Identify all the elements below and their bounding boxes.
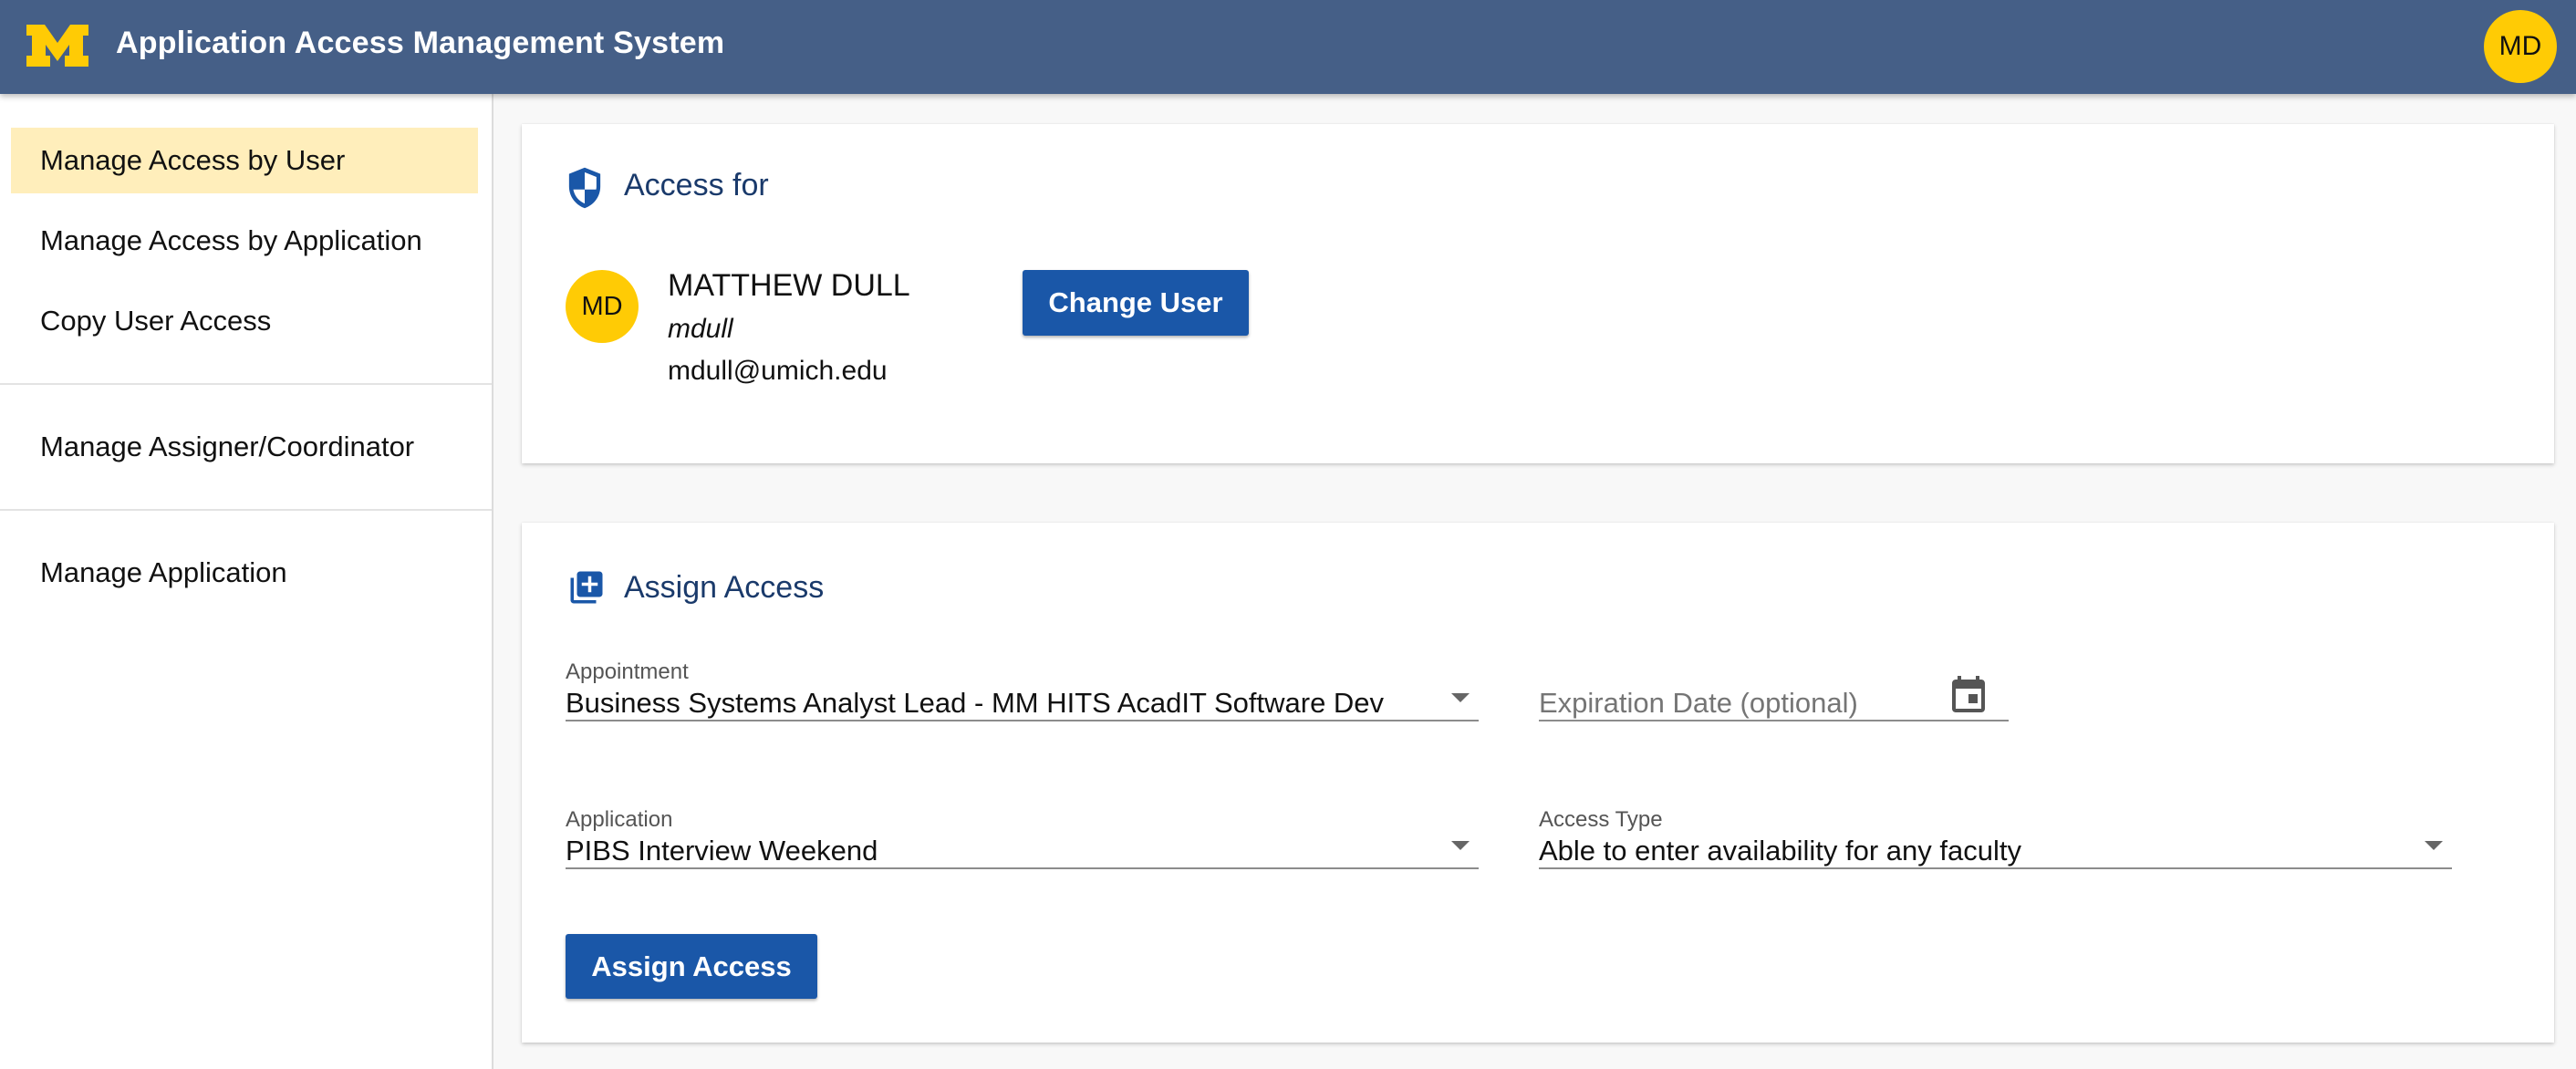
sidebar-divider — [0, 509, 492, 511]
appointment-underline — [566, 720, 1479, 721]
app-header: Application Access Management System MD — [0, 0, 2576, 94]
sidebar-item-manage-access-by-user[interactable]: Manage Access by User — [11, 128, 478, 193]
assign-access-card: Assign Access Appointment Business Syste… — [522, 523, 2554, 1043]
change-user-button[interactable]: Change User — [1023, 270, 1249, 336]
assign-access-button[interactable]: Assign Access — [566, 934, 817, 999]
library-add-icon — [570, 571, 603, 604]
app-title: Application Access Management System — [116, 26, 725, 60]
application-underline — [566, 867, 1479, 869]
appointment-value: Business Systems Analyst Lead - MM HITS … — [566, 687, 1385, 719]
block-m-logo-icon[interactable] — [25, 23, 90, 68]
user-full-name: MATTHEW DULL — [668, 268, 910, 303]
chevron-down-icon[interactable] — [1451, 841, 1470, 850]
application-select[interactable]: Application PIBS Interview Weekend — [566, 807, 1479, 871]
sidebar-nav: Manage Access by User Manage Access by A… — [0, 94, 493, 1069]
sidebar-divider — [0, 383, 492, 385]
access-type-label: Access Type — [1539, 807, 1663, 832]
access-for-title: Access for — [624, 168, 769, 202]
expiration-date-field[interactable]: Expiration Date (optional) — [1539, 676, 2009, 723]
user-uniqname: mdull — [668, 314, 733, 344]
assign-access-title: Assign Access — [624, 570, 825, 605]
access-type-select[interactable]: Access Type Able to enter availability f… — [1539, 807, 2452, 871]
calendar-icon[interactable] — [1950, 674, 1987, 714]
user-email: mdull@umich.edu — [668, 356, 888, 386]
access-type-value: Able to enter availability for any facul… — [1539, 835, 2021, 867]
user-avatar: MD — [566, 270, 639, 343]
shield-icon — [568, 167, 601, 209]
sidebar-item-copy-user-access[interactable]: Copy User Access — [11, 288, 478, 354]
expiration-date-placeholder: Expiration Date (optional) — [1539, 687, 1858, 719]
user-avatar-header[interactable]: MD — [2484, 10, 2557, 83]
appointment-select[interactable]: Appointment Business Systems Analyst Lea… — [566, 659, 1479, 723]
chevron-down-icon[interactable] — [1451, 693, 1470, 702]
access-for-card: Access for MD MATTHEW DULL mdull mdull@u… — [522, 124, 2554, 463]
application-label: Application — [566, 807, 673, 832]
sidebar-item-manage-application[interactable]: Manage Application — [11, 540, 478, 606]
expiration-date-underline — [1539, 720, 2009, 721]
application-value: PIBS Interview Weekend — [566, 835, 878, 867]
chevron-down-icon[interactable] — [2425, 841, 2443, 850]
appointment-label: Appointment — [566, 659, 689, 684]
access-type-underline — [1539, 867, 2452, 869]
sidebar-item-manage-assigner-coordinator[interactable]: Manage Assigner/Coordinator — [11, 414, 478, 480]
sidebar-item-manage-access-by-application[interactable]: Manage Access by Application — [11, 208, 478, 274]
